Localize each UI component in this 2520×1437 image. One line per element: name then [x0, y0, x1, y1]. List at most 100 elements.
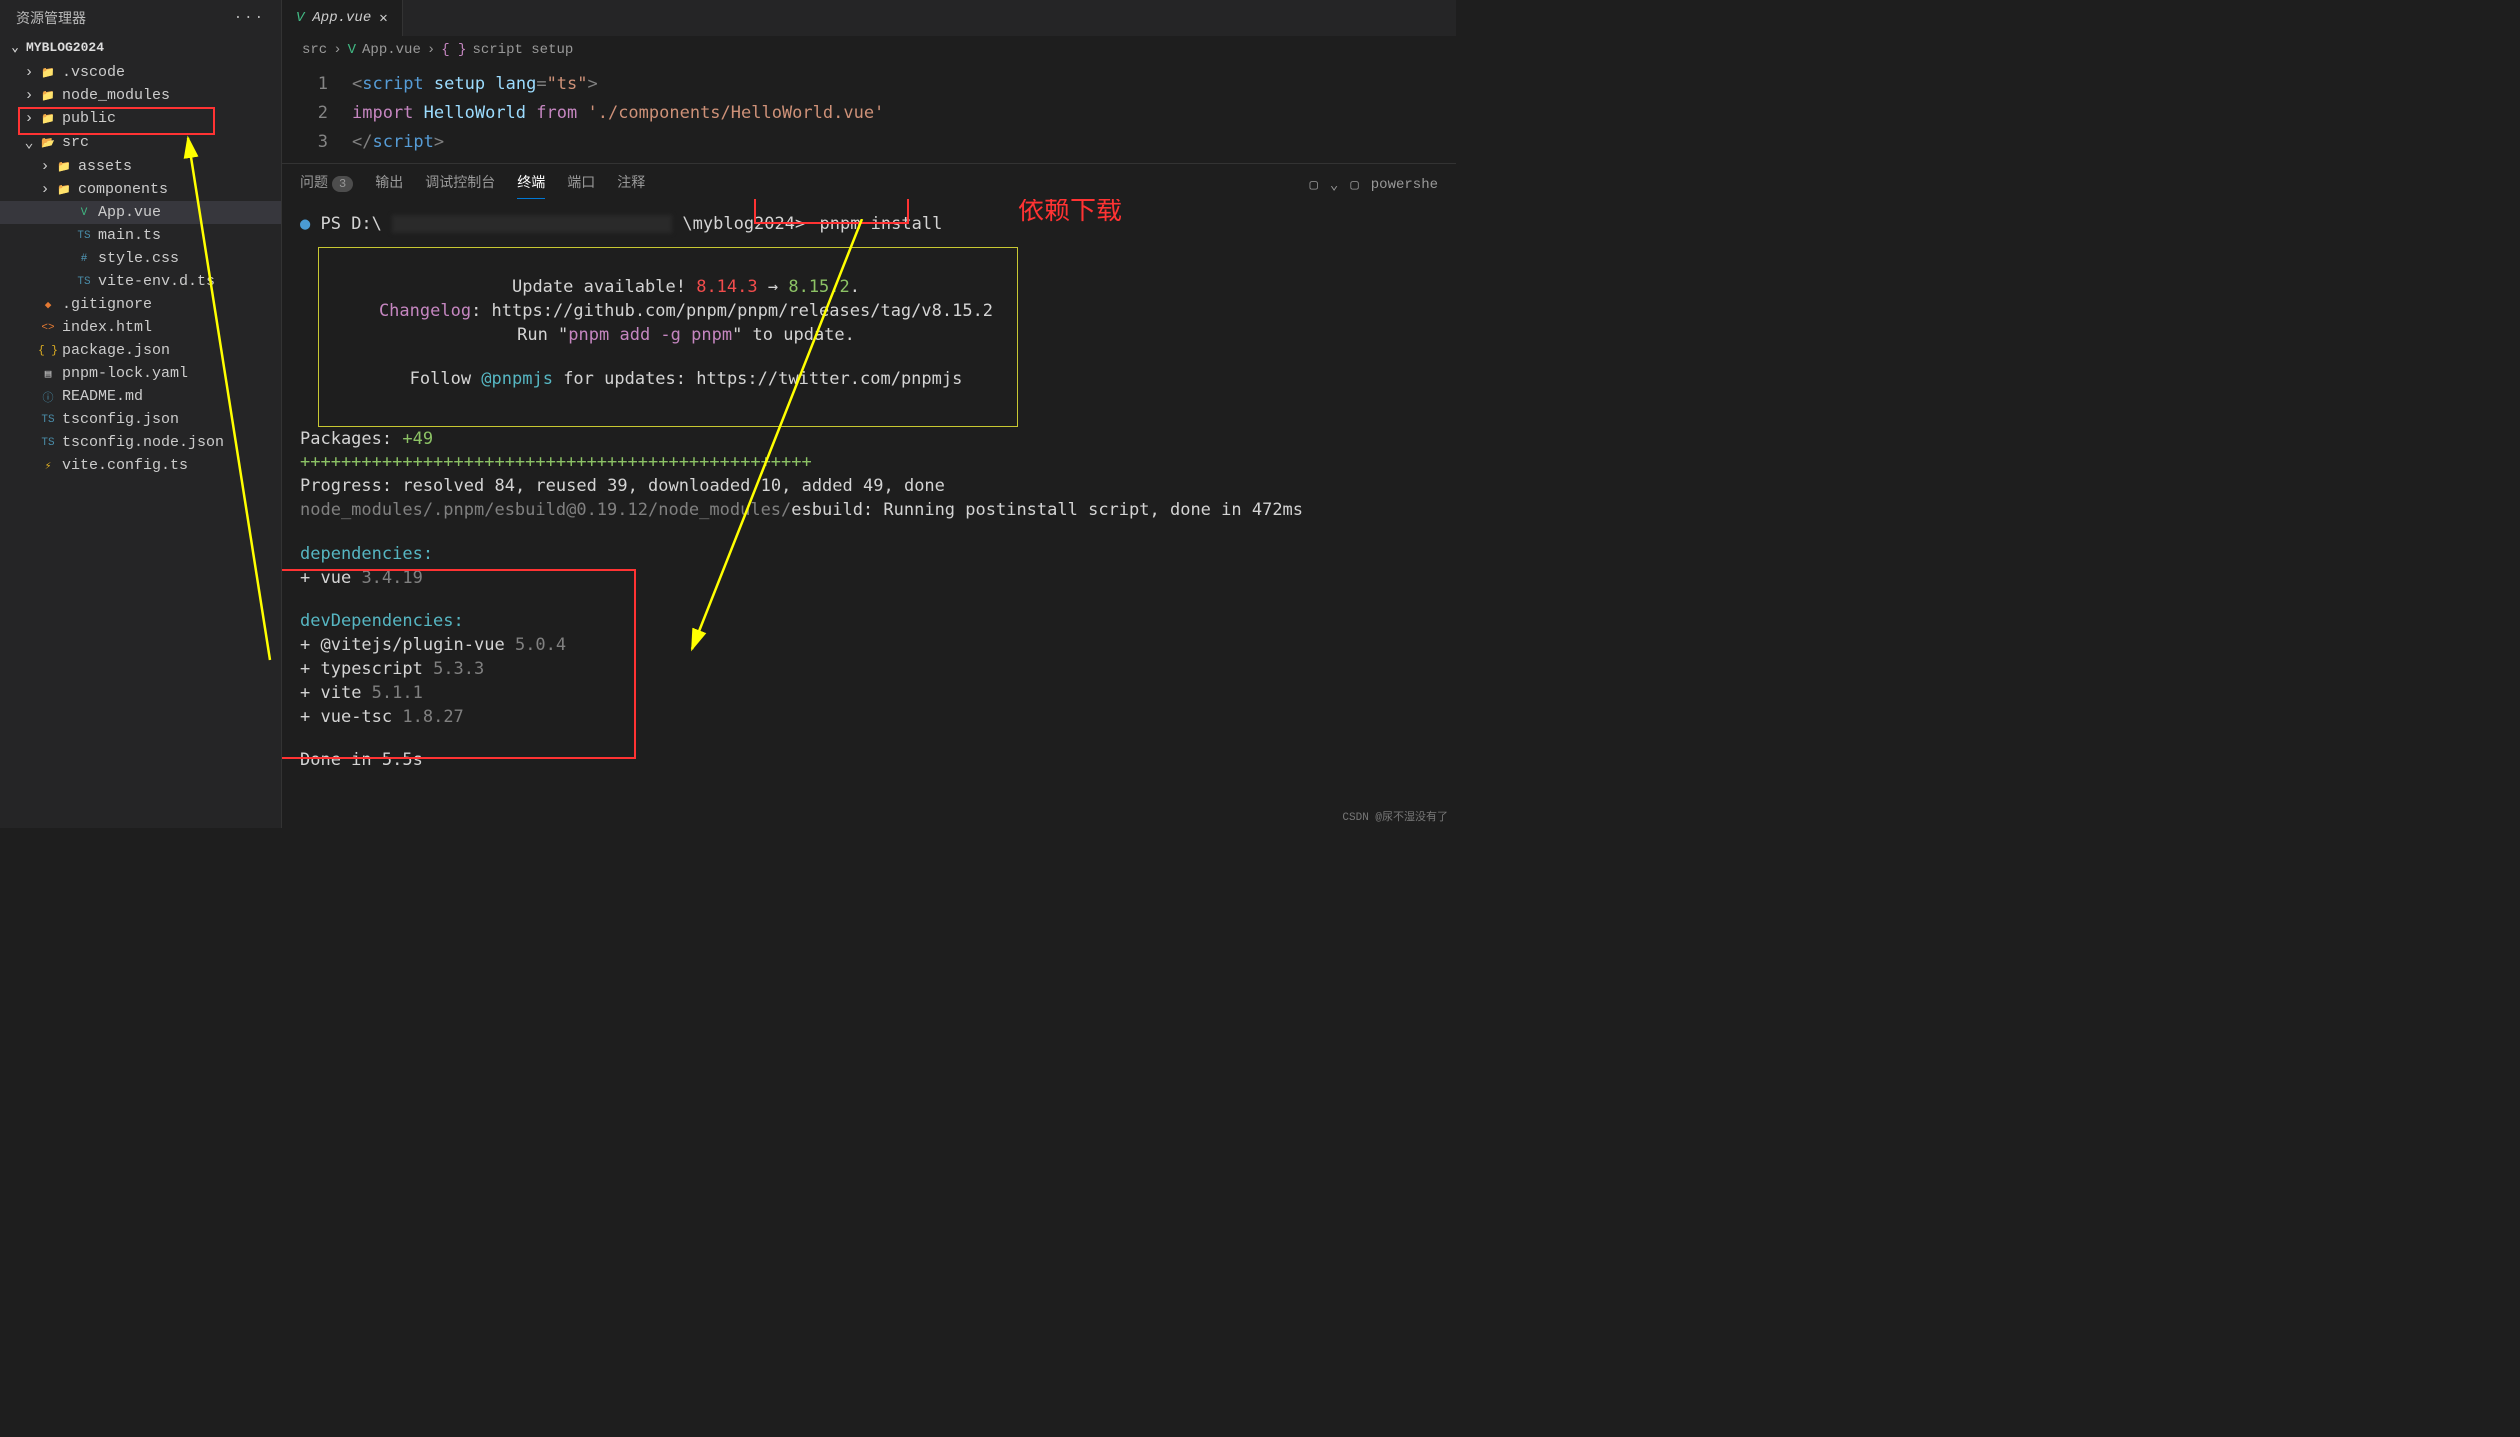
code-editor[interactable]: 1<script setup lang="ts">2import HelloWo… [282, 64, 1456, 163]
tree-item-label: index.html [62, 319, 152, 336]
tree-item--vscode[interactable]: ›📁.vscode [0, 61, 281, 84]
vue-icon: V [348, 42, 356, 58]
code-content: <script setup lang="ts"> [352, 70, 598, 99]
annotation-box-deps [282, 569, 636, 759]
bc-src: src [302, 42, 327, 58]
split-icon[interactable]: ▢ [1309, 177, 1317, 194]
annotation-box-update [318, 247, 1018, 427]
file-json-icon: { } [40, 343, 56, 359]
tree-item-vite-env-d-ts[interactable]: TSvite-env.d.ts [0, 270, 281, 293]
tab-app-vue[interactable]: V App.vue ✕ [282, 0, 403, 36]
explorer-title: 资源管理器 [16, 8, 86, 28]
tree-item-label: .vscode [62, 64, 125, 81]
terminal[interactable]: ● PS D:\ \myblog2024> pnpm install 依赖下载 … [282, 199, 1456, 828]
tree-item-label: assets [78, 158, 132, 175]
bc-symbol: script setup [472, 42, 573, 58]
tree-item-style-css[interactable]: #style.css [0, 247, 281, 270]
folder-green-icon: 📂 [40, 135, 56, 151]
line-number: 3 [282, 128, 352, 157]
tree-item-label: vite.config.ts [62, 457, 188, 474]
tree-item-node-modules[interactable]: ›📁 node_modules [0, 84, 281, 107]
annotation-box-cmd [754, 199, 909, 224]
code-line: 3</script> [282, 128, 1456, 157]
tab-problems[interactable]: 问题3 [300, 172, 353, 198]
file-json-icon: ⚡ [40, 458, 56, 474]
main: V App.vue ✕ src › V App.vue › { } script… [282, 0, 1456, 828]
file-yaml-icon: ▤ [40, 366, 56, 382]
file-ts-icon: TS [76, 228, 92, 244]
line-number: 2 [282, 99, 352, 128]
file-ts-icon: TS [76, 274, 92, 290]
tree-item-main-ts[interactable]: TS main.ts [0, 224, 281, 247]
watermark: CSDN @尿不湿没有了 [1342, 808, 1448, 824]
code-content: </script> [352, 128, 444, 157]
chevron-right-icon: › [333, 42, 341, 58]
tab-debug-console[interactable]: 调试控制台 [425, 172, 495, 198]
redacted-path [392, 215, 672, 233]
file-ts-icon: TS [40, 412, 56, 428]
explorer-header: 资源管理器 ··· [0, 0, 281, 36]
file-md-icon: ⓘ [40, 389, 56, 405]
tree-item-label: .gitignore [62, 296, 152, 313]
shell-label[interactable]: powershe [1371, 177, 1438, 193]
tree-item-assets[interactable]: ›📁 assets [0, 155, 281, 178]
esbuild-msg: esbuild: Running postinstall script, don… [791, 500, 1303, 520]
tree-item-index-html[interactable]: <> index.html [0, 316, 281, 339]
tree-item-tsconfig-node-json[interactable]: TStsconfig.node.json [0, 431, 281, 454]
vue-icon: V [296, 10, 304, 26]
tab-comments[interactable]: 注释 [617, 172, 645, 198]
tree-item-label: src [62, 134, 89, 151]
esbuild-path: node_modules/.pnpm/esbuild@0.19.12/node_… [300, 500, 791, 520]
tree-item-tsconfig-json[interactable]: TStsconfig.json [0, 408, 281, 431]
file-ts-icon: TS [40, 435, 56, 451]
bottom-panel: 问题3 输出 调试控制台 终端 端口 注释 ▢ ⌄ ▢ powershe ● P… [282, 163, 1456, 828]
chevron-down-icon[interactable]: ⌄ [1330, 177, 1338, 194]
close-icon[interactable]: ✕ [379, 10, 387, 27]
tab-ports[interactable]: 端口 [567, 172, 595, 198]
tree-item--gitignore[interactable]: ◆ .gitignore [0, 293, 281, 316]
split-icon[interactable]: ▢ [1350, 177, 1358, 194]
tree-item-pnpm-lock-yaml[interactable]: ▤ pnpm-lock.yaml [0, 362, 281, 385]
chevron-down-icon: ⌄ [8, 40, 22, 55]
tree-item-label: pnpm-lock.yaml [62, 365, 188, 382]
file-vue-icon: V [76, 205, 92, 221]
file-git-icon: ◆ [40, 297, 56, 313]
problems-badge: 3 [332, 176, 353, 192]
chevron-icon: › [22, 87, 36, 104]
code-line: 2import HelloWorld from './components/He… [282, 99, 1456, 128]
chevron-icon: ⌄ [22, 133, 36, 152]
code-line: 1<script setup lang="ts"> [282, 70, 1456, 99]
tree-item-readme-md[interactable]: ⓘ README.md [0, 385, 281, 408]
panel-toolbar: ▢ ⌄ ▢ powershe [1309, 177, 1438, 194]
tab-output[interactable]: 输出 [375, 172, 403, 198]
brace-icon: { } [441, 42, 466, 58]
tree-item-label: components [78, 181, 168, 198]
folder-green-icon: 📁 [40, 88, 56, 104]
code-content: import HelloWorld from './components/Hel… [352, 99, 884, 128]
annotation-box-node-modules [18, 107, 215, 135]
folder-yellow-icon: 📁 [56, 159, 72, 175]
packages-label: Packages: [300, 429, 402, 449]
chevron-icon: › [38, 158, 52, 175]
prompt-prefix: PS D:\ [320, 214, 381, 234]
tree-item-vite-config-ts[interactable]: ⚡ vite.config.ts [0, 454, 281, 477]
tree-item-label: App.vue [98, 204, 161, 221]
more-icon[interactable]: ··· [234, 10, 265, 26]
tree-item-label: main.ts [98, 227, 161, 244]
tree-item-label: node_modules [62, 87, 170, 104]
tab-label: App.vue [312, 10, 371, 26]
tab-terminal[interactable]: 终端 [517, 172, 545, 199]
file-html-icon: <> [40, 320, 56, 336]
bc-file: App.vue [362, 42, 421, 58]
tree-item-label: style.css [98, 250, 179, 267]
tree-item-label: README.md [62, 388, 143, 405]
packages-count: +49 [402, 429, 433, 449]
folder-green-icon: 📁 [56, 182, 72, 198]
chevron-icon: › [22, 64, 36, 81]
tree-item-components[interactable]: ›📁components [0, 178, 281, 201]
project-header[interactable]: ⌄ MYBLOG2024 [0, 36, 281, 59]
tree-item-label: package.json [62, 342, 170, 359]
breadcrumb[interactable]: src › V App.vue › { } script setup [282, 36, 1456, 64]
tree-item-package-json[interactable]: { } package.json [0, 339, 281, 362]
tree-item-app-vue[interactable]: V App.vue [0, 201, 281, 224]
